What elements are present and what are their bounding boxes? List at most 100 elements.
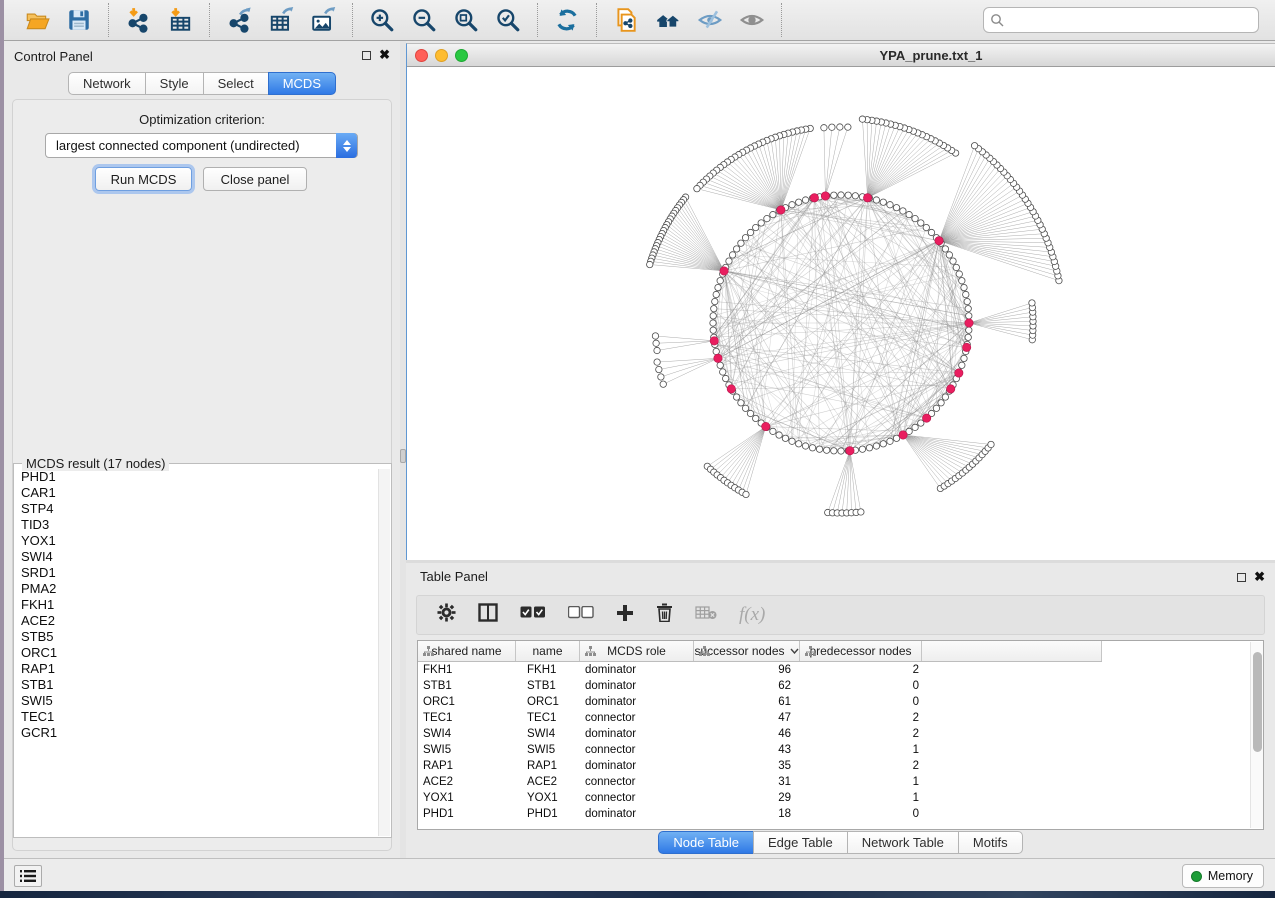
search-input[interactable] bbox=[983, 7, 1259, 33]
zoom-out-icon[interactable] bbox=[403, 3, 445, 37]
hide-graphics-details-icon[interactable] bbox=[689, 3, 731, 37]
mcds-result-item[interactable]: FKH1 bbox=[15, 597, 378, 613]
first-neighbors-icon[interactable] bbox=[647, 3, 689, 37]
run-mcds-button[interactable]: Run MCDS bbox=[95, 167, 192, 191]
tab-network[interactable]: Network bbox=[68, 72, 146, 95]
memory-status-icon bbox=[1191, 871, 1202, 882]
memory-label: Memory bbox=[1208, 869, 1253, 883]
table-scrollbar-thumb[interactable] bbox=[1253, 652, 1262, 752]
show-graphics-details-icon[interactable] bbox=[731, 3, 773, 37]
mcds-result-item[interactable]: ACE2 bbox=[15, 613, 378, 629]
mcds-result-item[interactable]: YOX1 bbox=[15, 533, 378, 549]
cell: SWI4 bbox=[516, 726, 580, 742]
cell: ACE2 bbox=[516, 774, 580, 790]
maximize-window-icon[interactable] bbox=[455, 49, 468, 62]
close-window-icon[interactable] bbox=[415, 49, 428, 62]
mcds-result-item[interactable]: PHD1 bbox=[15, 469, 378, 485]
tab-edge-table[interactable]: Edge Table bbox=[753, 831, 848, 854]
table-row[interactable]: SWI5SWI5connector431 bbox=[418, 742, 1249, 758]
mcds-result-item[interactable]: STB1 bbox=[15, 677, 378, 693]
mcds-result-item[interactable]: SWI5 bbox=[15, 693, 378, 709]
table-row[interactable]: YOX1YOX1connector291 bbox=[418, 790, 1249, 806]
column-header-predecessor-nodes[interactable]: predecessor nodes bbox=[800, 641, 922, 661]
column-header-successor-nodes[interactable]: successor nodes bbox=[694, 641, 800, 661]
save-session-icon[interactable] bbox=[58, 3, 100, 37]
close-panel-button[interactable]: Close panel bbox=[203, 167, 307, 191]
cell: 61 bbox=[694, 694, 800, 710]
table-tabbar: Node TableEdge TableNetwork TableMotifs bbox=[658, 831, 1022, 854]
table-row[interactable]: ACE2ACE2connector311 bbox=[418, 774, 1249, 790]
mcds-result-item[interactable]: RAP1 bbox=[15, 661, 378, 677]
memory-button[interactable]: Memory bbox=[1182, 864, 1264, 888]
mcds-result-item[interactable]: ORC1 bbox=[15, 645, 378, 661]
duplicate-network-icon[interactable] bbox=[605, 3, 647, 37]
dropdown-stepper-icon[interactable] bbox=[336, 133, 357, 158]
mcds-result-item[interactable]: TID3 bbox=[15, 517, 378, 533]
refresh-view-icon[interactable] bbox=[546, 3, 588, 37]
zoom-selected-icon[interactable] bbox=[487, 3, 529, 37]
table-options-gear-icon[interactable] bbox=[437, 603, 456, 627]
desktop-edge-bottom bbox=[0, 891, 1275, 898]
mcds-result-item[interactable]: STB5 bbox=[15, 629, 378, 645]
mcds-result-item[interactable]: PMA2 bbox=[15, 581, 378, 597]
table-scrollbar[interactable] bbox=[1250, 642, 1263, 828]
cell: 96 bbox=[694, 662, 800, 678]
network-title: YPA_prune.txt_1 bbox=[497, 48, 1275, 63]
tab-node-table[interactable]: Node Table bbox=[658, 831, 754, 854]
tab-network-table[interactable]: Network Table bbox=[847, 831, 959, 854]
column-header-MCDS-role[interactable]: MCDS role bbox=[580, 641, 694, 661]
table-row[interactable]: ORC1ORC1dominator610 bbox=[418, 694, 1249, 710]
mcds-result-item[interactable]: TEC1 bbox=[15, 709, 378, 725]
tab-style[interactable]: Style bbox=[145, 72, 204, 95]
network-titlebar[interactable]: YPA_prune.txt_1 bbox=[407, 44, 1275, 67]
list-icon bbox=[20, 869, 36, 883]
unselect-all-checkboxes-icon[interactable] bbox=[568, 606, 594, 624]
graph-nodes[interactable] bbox=[647, 116, 1063, 516]
column-header-name[interactable]: name bbox=[516, 641, 580, 661]
delete-row-icon[interactable] bbox=[656, 603, 673, 627]
table-row[interactable]: RAP1RAP1dominator352 bbox=[418, 758, 1249, 774]
float-window-icon[interactable] bbox=[1237, 573, 1246, 582]
cell: dominator bbox=[580, 726, 694, 742]
export-image-icon[interactable] bbox=[302, 3, 344, 37]
network-canvas[interactable] bbox=[407, 67, 1275, 560]
cell: 0 bbox=[800, 678, 922, 694]
zoom-fit-icon[interactable] bbox=[445, 3, 487, 37]
column-header-shared-name[interactable]: shared name bbox=[418, 641, 516, 661]
mcds-result-item[interactable]: SRD1 bbox=[15, 565, 378, 581]
select-all-checkboxes-icon[interactable] bbox=[520, 606, 546, 624]
cell: PHD1 bbox=[516, 806, 580, 822]
minimize-window-icon[interactable] bbox=[435, 49, 448, 62]
float-window-icon[interactable] bbox=[362, 51, 371, 60]
zoom-in-icon[interactable] bbox=[361, 3, 403, 37]
table-row[interactable]: FKH1FKH1dominator962 bbox=[418, 662, 1249, 678]
mcds-result-item[interactable]: STP4 bbox=[15, 501, 378, 517]
open-file-icon[interactable] bbox=[16, 3, 58, 37]
export-network-icon[interactable] bbox=[218, 3, 260, 37]
add-row-icon[interactable] bbox=[616, 604, 634, 627]
tab-motifs[interactable]: Motifs bbox=[958, 831, 1023, 854]
import-network-icon[interactable] bbox=[117, 3, 159, 37]
main-toolbar bbox=[4, 0, 1275, 41]
cell: 46 bbox=[694, 726, 800, 742]
table-row[interactable]: SWI4SWI4dominator462 bbox=[418, 726, 1249, 742]
mcds-list-scrollbar[interactable] bbox=[378, 469, 390, 836]
mcds-result-item[interactable]: CAR1 bbox=[15, 485, 378, 501]
close-panel-icon[interactable]: ✖ bbox=[1254, 572, 1265, 582]
show-columns-icon[interactable] bbox=[478, 603, 498, 627]
close-panel-icon[interactable]: ✖ bbox=[379, 50, 390, 60]
criterion-dropdown[interactable]: largest connected component (undirected) bbox=[45, 133, 358, 158]
table-row[interactable]: TEC1TEC1connector472 bbox=[418, 710, 1249, 726]
tab-mcds[interactable]: MCDS bbox=[268, 72, 336, 95]
cell: FKH1 bbox=[418, 662, 516, 678]
task-history-button[interactable] bbox=[14, 865, 42, 887]
mcds-result-item[interactable]: SWI4 bbox=[15, 549, 378, 565]
table-row[interactable]: PHD1PHD1dominator180 bbox=[418, 806, 1249, 822]
tab-select[interactable]: Select bbox=[203, 72, 269, 95]
cell: ORC1 bbox=[418, 694, 516, 710]
mcds-result-item[interactable]: GCR1 bbox=[15, 725, 378, 741]
export-table-icon[interactable] bbox=[260, 3, 302, 37]
table-row[interactable]: STB1STB1dominator620 bbox=[418, 678, 1249, 694]
import-table-icon[interactable] bbox=[159, 3, 201, 37]
cell: YOX1 bbox=[516, 790, 580, 806]
